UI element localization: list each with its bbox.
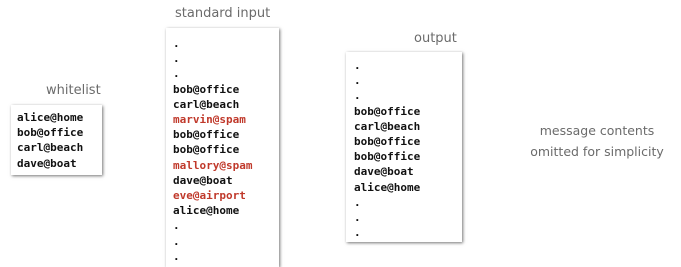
output-title: output [414, 31, 457, 46]
output-panel: ... bob@office carl@beach bob@office bob@off… [346, 52, 462, 242]
standard-input-title: standard input [175, 6, 271, 21]
whitelist-entry: carl@beach [17, 141, 84, 155]
output-line: . [354, 211, 361, 225]
whitelist-panel: alice@home bob@office carl@beach dave@boat [11, 105, 102, 175]
input-line: bob@office [173, 128, 240, 142]
output-line: carl@beach [354, 119, 421, 133]
note-line-2: omitted for simplicity [530, 144, 664, 159]
input-line: carl@beach [173, 97, 240, 111]
standard-input-panel: ... bob@office carl@beach marvin@spam bob@of… [166, 28, 279, 267]
output-line: . [354, 59, 361, 72]
whitelist-title: whitelist [46, 83, 101, 98]
input-line: . [173, 249, 180, 263]
input-line: bob@office [173, 82, 240, 96]
note-line-1: message contents [539, 123, 655, 138]
input-line: bob@office [173, 143, 240, 157]
output-line: . [354, 89, 361, 103]
input-line: alice@home [173, 204, 240, 218]
output-lines: ... bob@office carl@beach bob@office bob@off… [354, 58, 462, 240]
output-line: bob@office [354, 104, 421, 118]
output-line: dave@boat [354, 165, 414, 179]
whitelist-entries: alice@home bob@office carl@beach dave@boat [17, 110, 102, 171]
simplicity-note: message contents omitted for simplicity [519, 120, 675, 162]
standard-input-lines: ... bob@office carl@beach marvin@spam bob@of… [173, 36, 279, 264]
output-line: alice@home [354, 180, 421, 194]
input-line: . [173, 37, 180, 50]
input-line: . [173, 219, 180, 233]
output-line: bob@office [354, 135, 421, 149]
output-line: . [354, 226, 361, 240]
whitelist-entry: dave@boat [17, 156, 77, 170]
input-line-rejected: mallory@spam [173, 158, 253, 172]
input-line: . [173, 67, 180, 81]
input-line-rejected: marvin@spam [173, 113, 246, 127]
input-line: dave@boat [173, 173, 233, 187]
output-line: . [354, 195, 361, 209]
whitelist-entry: bob@office [17, 126, 84, 140]
output-line: bob@office [354, 150, 421, 164]
input-line: . [173, 52, 180, 66]
input-line: . [173, 234, 180, 248]
input-line-rejected: eve@airport [173, 189, 246, 203]
output-line: . [354, 74, 361, 88]
whitelist-entry: alice@home [17, 111, 84, 124]
